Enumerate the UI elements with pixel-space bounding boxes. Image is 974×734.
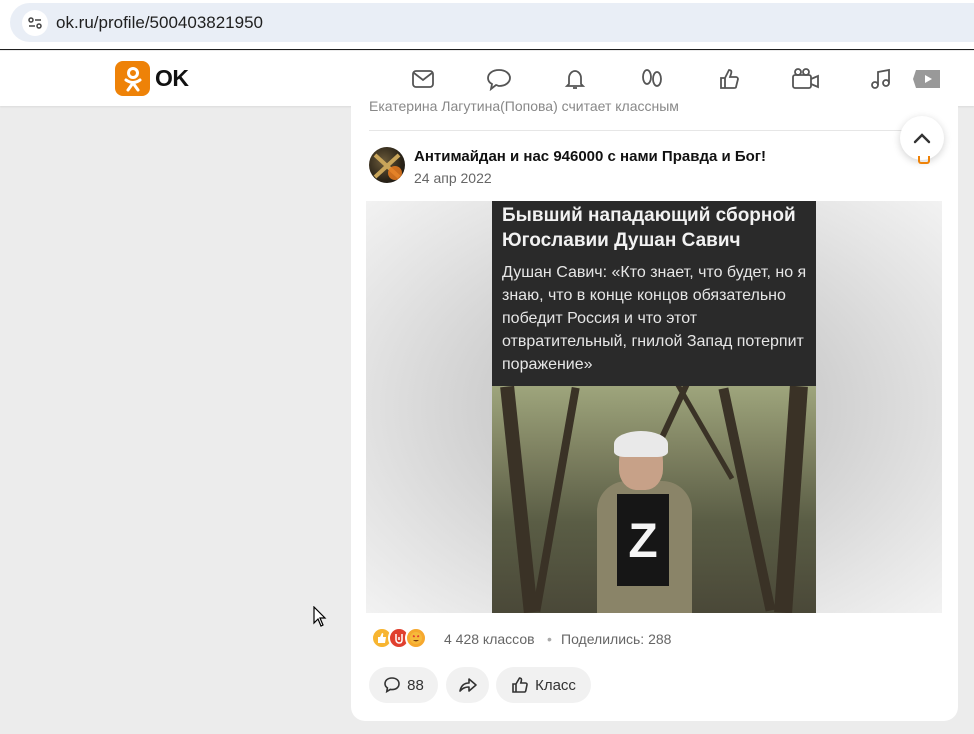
image-quote-text: Душан Савич: «Кто знает, что будет, но я… (502, 264, 807, 373)
bell-icon[interactable] (562, 66, 588, 92)
class-button[interactable]: Класс (496, 667, 591, 703)
post-menu-icon[interactable] (918, 156, 930, 164)
ok-logo-text: OK (155, 65, 189, 91)
divider (369, 130, 924, 131)
comments-count: 88 (407, 676, 424, 694)
ok-logo-icon (115, 61, 150, 96)
tv-icon[interactable] (912, 66, 942, 92)
image-title-text: Бывший нападающий сборной Югославии Душа… (502, 205, 796, 251)
music-icon[interactable] (868, 66, 894, 92)
ok-logo[interactable]: OK (115, 61, 189, 96)
guests-icon[interactable] (639, 66, 665, 92)
classes-count[interactable]: 4 428 классов (444, 631, 535, 647)
like-icon[interactable] (716, 66, 742, 92)
post-date[interactable]: 24 апр 2022 (414, 170, 492, 186)
chat-icon[interactable] (486, 66, 512, 92)
feed-post-card: Екатерина Лагутина(Попова) считает класс… (351, 98, 958, 721)
image-photo: Z (492, 386, 816, 613)
browser-toolbar: ok.ru/profile/500403821950 (0, 0, 974, 50)
reactions-summary[interactable] (371, 627, 427, 649)
video-icon[interactable] (791, 66, 821, 92)
address-bar[interactable]: ok.ru/profile/500403821950 (10, 3, 974, 42)
share-button[interactable] (446, 667, 489, 703)
scroll-up-button[interactable] (900, 116, 944, 160)
chevron-up-icon (913, 133, 931, 144)
url-text[interactable]: ok.ru/profile/500403821950 (56, 13, 263, 33)
mouse-cursor-icon (313, 605, 327, 633)
class-button-label: Класс (535, 676, 576, 694)
comment-icon (384, 677, 400, 694)
post-image-content: Бывший нападающий сборной Югославии Душа… (492, 201, 816, 613)
group-avatar[interactable] (369, 147, 405, 183)
group-name-link[interactable]: Антимайдан и нас 946000 с нами Правда и … (414, 148, 766, 165)
mail-icon[interactable] (410, 66, 436, 92)
shirt-letter: Z (628, 515, 658, 568)
share-icon (458, 678, 477, 692)
shares-count[interactable]: Поделились: 288 (561, 631, 671, 647)
previous-item-text[interactable]: Екатерина Лагутина(Попова) считает класс… (369, 98, 679, 114)
thumbs-up-icon (512, 677, 528, 693)
comment-button[interactable]: 88 (369, 667, 438, 703)
heart-eyes-reaction-icon (405, 627, 427, 649)
site-info-icon[interactable] (22, 10, 48, 36)
separator-dot: • (547, 631, 552, 647)
post-image[interactable]: Бывший нападающий сборной Югославии Душа… (366, 201, 942, 613)
